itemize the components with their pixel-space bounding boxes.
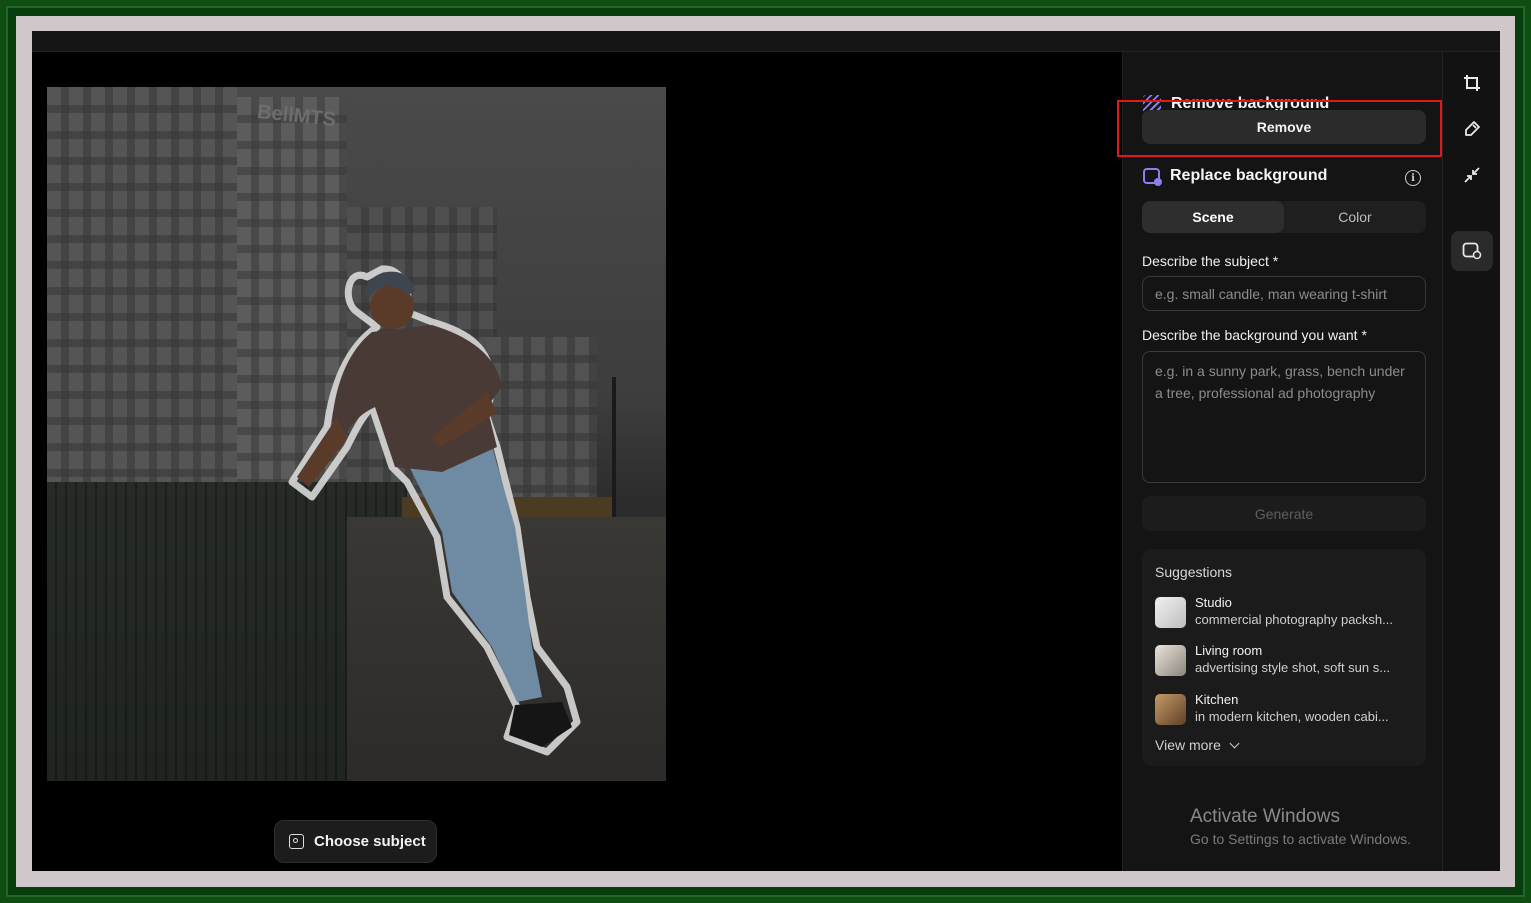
suggestion-kitchen[interactable]: Kitchen in modern kitchen, wooden cabi..… xyxy=(1155,692,1420,728)
chevron-down-icon xyxy=(1229,738,1240,749)
collapse-icon xyxy=(1464,167,1480,183)
replace-background-header: Replace background xyxy=(1143,167,1328,186)
tab-scene[interactable]: Scene xyxy=(1142,201,1284,233)
info-icon[interactable]: i xyxy=(1405,170,1421,186)
scene-color-toggle: Scene Color xyxy=(1142,201,1426,233)
kitchen-thumbnail xyxy=(1155,694,1186,725)
generate-button[interactable]: Generate xyxy=(1142,496,1426,531)
collapse-tool-button[interactable] xyxy=(1451,155,1493,195)
activate-windows-title: Activate Windows xyxy=(1190,806,1340,827)
choose-subject-label: Choose subject xyxy=(314,833,426,850)
suggestion-studio[interactable]: Studio commercial photography packsh... xyxy=(1155,595,1420,631)
tool-rail xyxy=(1442,52,1500,871)
activate-windows-subtitle: Go to Settings to activate Windows. xyxy=(1190,831,1411,847)
suggestion-description: in modern kitchen, wooden cabi... xyxy=(1195,709,1389,724)
background-field-label: Describe the background you want * xyxy=(1142,327,1367,343)
suggestion-description: commercial photography packsh... xyxy=(1195,612,1393,627)
select-subject-icon xyxy=(289,834,304,849)
replace-background-icon xyxy=(1462,242,1482,260)
crop-icon xyxy=(1464,75,1480,91)
canvas-area[interactable]: BellMTS Choose subject xyxy=(32,52,1122,871)
living-room-thumbnail xyxy=(1155,645,1186,676)
crop-tool-button[interactable] xyxy=(1451,63,1493,103)
subject-input[interactable]: e.g. small candle, man wearing t-shirt xyxy=(1142,276,1426,311)
suggestion-living-room[interactable]: Living room advertising style shot, soft… xyxy=(1155,643,1420,679)
suggestion-name: Kitchen xyxy=(1195,692,1239,707)
edit-panel: Remove background Remove Replace backgro… xyxy=(1122,52,1443,871)
remove-button[interactable]: Remove xyxy=(1142,110,1426,144)
view-more-label: View more xyxy=(1155,737,1221,753)
choose-subject-button[interactable]: Choose subject xyxy=(274,820,437,863)
studio-thumbnail xyxy=(1155,597,1186,628)
background-textarea[interactable]: e.g. in a sunny park, grass, bench under… xyxy=(1142,351,1426,483)
brush-icon xyxy=(1465,121,1480,136)
suggestion-name: Living room xyxy=(1195,643,1263,658)
subject-figure[interactable] xyxy=(47,87,666,781)
replace-background-tool-button[interactable] xyxy=(1451,231,1493,271)
editor-window: BellMTS Choose subject Remove background… xyxy=(32,31,1500,871)
tab-color[interactable]: Color xyxy=(1284,201,1426,233)
replace-background-icon xyxy=(1143,168,1162,186)
view-more-link[interactable]: View more xyxy=(1155,737,1240,753)
subject-field-label: Describe the subject * xyxy=(1142,253,1279,269)
suggestion-name: Studio xyxy=(1195,595,1232,610)
brush-tool-button[interactable] xyxy=(1451,109,1493,149)
top-bar xyxy=(32,31,1500,52)
photo-canvas[interactable]: BellMTS xyxy=(47,87,666,781)
replace-background-title: Replace background xyxy=(1170,167,1328,184)
suggestions-title: Suggestions xyxy=(1155,564,1233,580)
suggestion-description: advertising style shot, soft sun s... xyxy=(1195,660,1391,675)
suggestions-card: Suggestions Studio commercial photograph… xyxy=(1142,549,1426,766)
